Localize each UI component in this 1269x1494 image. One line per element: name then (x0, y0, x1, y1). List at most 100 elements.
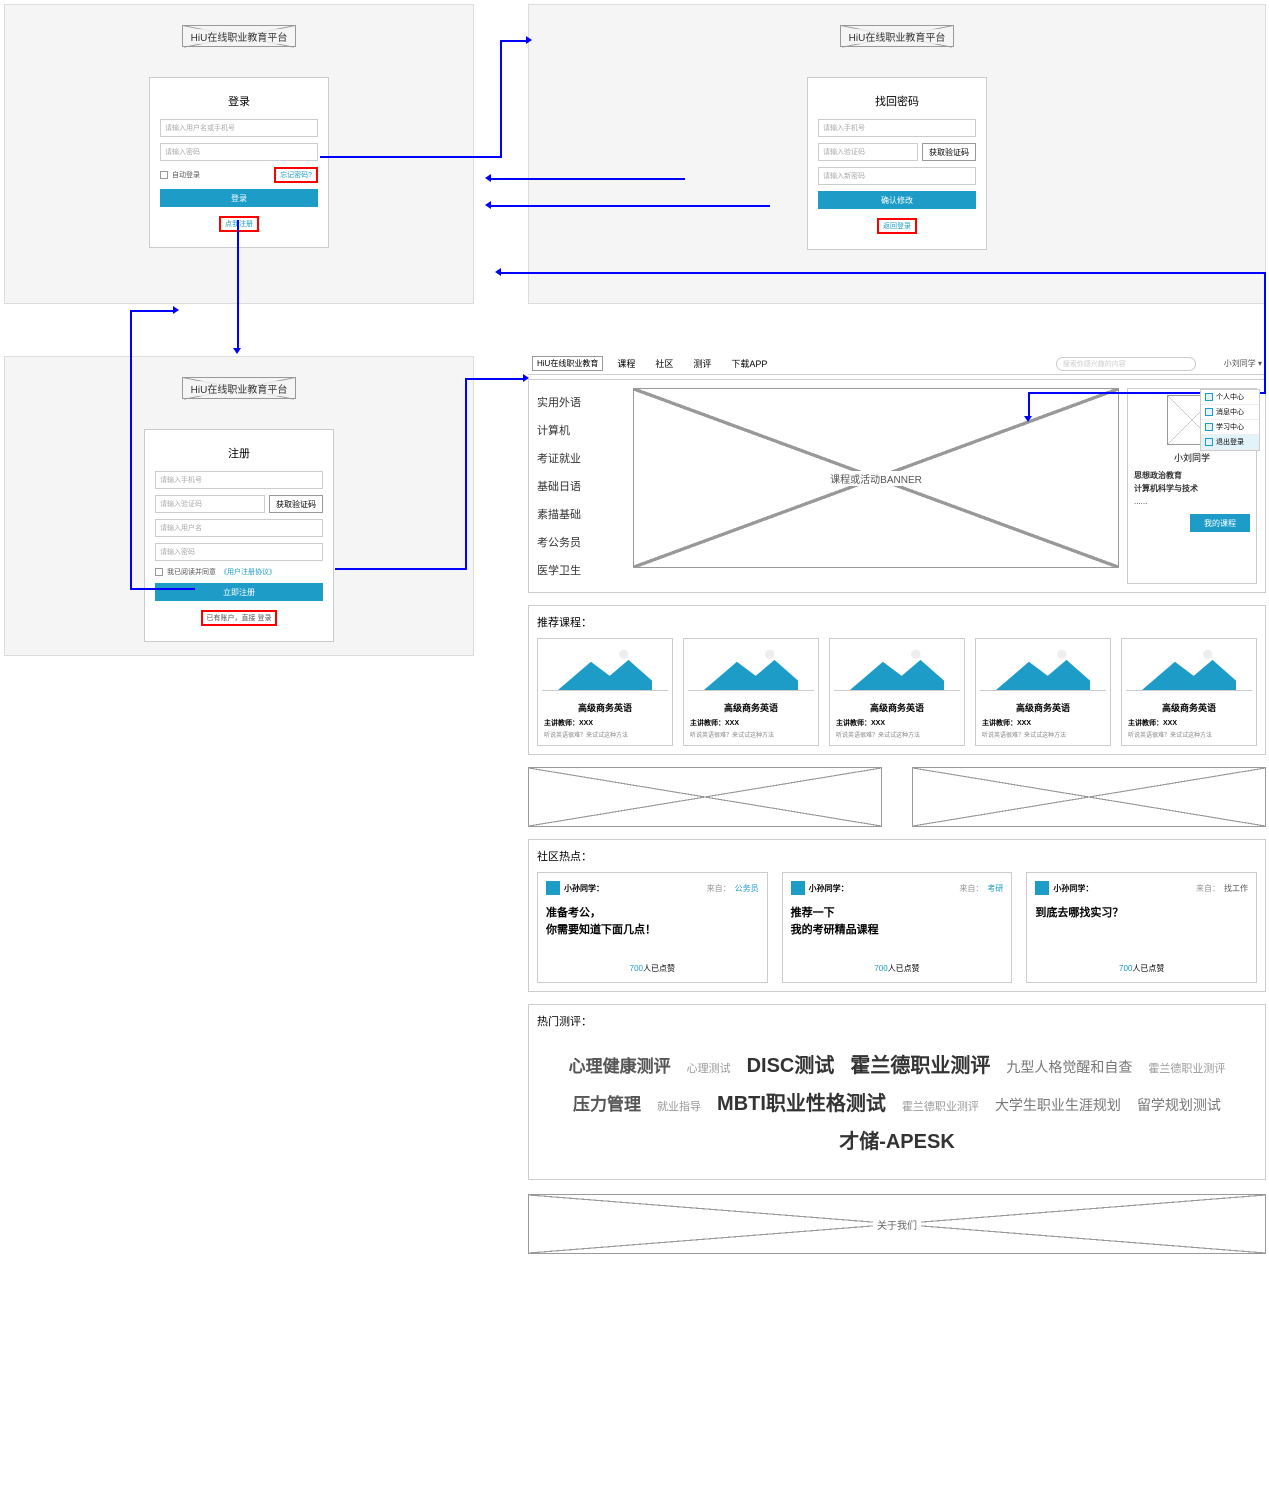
post-likes: 700人已点赞 (546, 963, 759, 974)
login-card: 登录 请输入用户名或手机号 请输入密码 自动登录 忘记密码? 登录 点我注册 (149, 77, 329, 248)
cloud-tag[interactable]: 大学生职业生涯规划 (995, 1094, 1121, 1118)
code-input[interactable]: 请输入验证码 (155, 495, 265, 513)
login-button[interactable]: 登录 (160, 189, 318, 207)
register-button[interactable]: 立即注册 (155, 583, 323, 601)
cloud-tag[interactable]: 才储-APESK (839, 1125, 955, 1159)
ad-1[interactable] (528, 767, 882, 827)
course-teacher: 主讲教师：XXX (544, 718, 666, 728)
post-card[interactable]: 小孙同学：来自：公务员准备考公，你需要知道下面几点！700人已点赞 (537, 872, 768, 983)
confirm-button[interactable]: 确认修改 (818, 191, 976, 209)
course-teacher: 主讲教师：XXX (690, 718, 812, 728)
footer: 关于我们 (528, 1194, 1266, 1254)
my-courses-button[interactable]: 我的课程 (1190, 514, 1250, 532)
cloud-tag[interactable]: 心理测试 (687, 1060, 731, 1079)
course-card[interactable]: 高级商务英语主讲教师：XXX听说英语很难？来试试这种方法 (1121, 638, 1257, 746)
back-login-link[interactable]: 返回登录 (877, 218, 917, 234)
auto-login-label: 自动登录 (172, 170, 200, 180)
dropdown-item[interactable]: 学习中心 (1201, 420, 1259, 435)
post-card[interactable]: 小孙同学：来自：考研推荐一下我的考研精品课程700人已点赞 (782, 872, 1013, 983)
cloud-tag[interactable]: 压力管理 (573, 1091, 641, 1120)
banner-placeholder[interactable]: 课程或活动BANNER (633, 388, 1119, 568)
phone-input[interactable]: 请输入手机号 (818, 119, 976, 137)
cloud-tag[interactable]: 就业指导 (657, 1098, 701, 1117)
dropdown-item[interactable]: 消息中心 (1201, 405, 1259, 420)
category-item[interactable]: 基础日语 (537, 478, 625, 494)
category-item[interactable]: 考公务员 (537, 534, 625, 550)
profile-name: 小刘同学 (1174, 451, 1210, 464)
course-name: 高级商务英语 (1128, 701, 1250, 714)
cloud-tag[interactable]: 九型人格觉醒和自查 (1006, 1056, 1132, 1080)
post-author: 小孙同学： (809, 883, 849, 894)
cloud-tag[interactable]: DISC测试 (747, 1049, 835, 1083)
course-name: 高级商务英语 (544, 701, 666, 714)
post-body: 到底去哪找实习？ (1035, 905, 1248, 949)
category-item[interactable]: 医学卫生 (537, 562, 625, 578)
auto-login-checkbox[interactable] (160, 171, 168, 179)
agree-link[interactable]: 《用户注册协议》 (220, 567, 276, 577)
thumb-icon (834, 643, 960, 691)
agree-label: 我已阅读并同意 (167, 567, 216, 577)
register-title: 注册 (155, 445, 323, 461)
category-item[interactable]: 考证就业 (537, 450, 625, 466)
post-tag: 公务员 (735, 883, 759, 894)
cloud-tag[interactable]: 心理健康测评 (569, 1053, 671, 1082)
course-name: 高级商务英语 (982, 701, 1104, 714)
pass-input[interactable]: 请输入密码 (155, 543, 323, 561)
profile-card: 个人中心消息中心学习中心退出登录 小刘同学 思想政治教育 计算机科学与技术 ..… (1127, 388, 1257, 584)
rec-title: 推荐课程： (537, 614, 1257, 630)
logo-placeholder: HiU在线职业教育平台 (840, 25, 954, 47)
dropdown-item[interactable]: 个人中心 (1201, 390, 1259, 405)
course-desc: 听说英语很难？来试试这种方法 (544, 730, 666, 739)
post-author: 小孙同学： (564, 883, 604, 894)
code-input[interactable]: 请输入验证码 (818, 143, 918, 161)
cloud-tag[interactable]: MBTI职业性格测试 (717, 1087, 886, 1121)
course-name: 高级商务英语 (836, 701, 958, 714)
dropdown-item[interactable]: 退出登录 (1201, 435, 1259, 450)
search-input[interactable]: 搜索你感兴趣的内容 (1056, 357, 1196, 371)
password-input[interactable]: 请输入密码 (160, 143, 318, 161)
nav-item[interactable]: 测评 (687, 357, 717, 370)
user-menu[interactable]: 小刘同学 ▾ (1224, 358, 1262, 369)
get-code-button[interactable]: 获取验证码 (269, 495, 323, 513)
course-card[interactable]: 高级商务英语主讲教师：XXX听说英语很难？来试试这种方法 (829, 638, 965, 746)
thumb-icon (1126, 643, 1252, 691)
register-link[interactable]: 点我注册 (219, 216, 259, 232)
phone-input[interactable]: 请输入手机号 (155, 471, 323, 489)
agree-checkbox[interactable] (155, 568, 163, 576)
register-card: 注册 请输入手机号 请输入验证码 获取验证码 请输入用户名 请输入密码 我已阅读… (144, 429, 334, 642)
login-title: 登录 (160, 93, 318, 109)
cloud-tag[interactable]: 霍兰德职业测评 (902, 1098, 979, 1117)
nav-logo[interactable]: HiU在线职业教育 (532, 356, 603, 371)
nav-item[interactable]: 课程 (611, 357, 641, 370)
recover-screen: HiU在线职业教育平台 找回密码 请输入手机号 请输入验证码 获取验证码 请输入… (528, 4, 1266, 304)
nav-item[interactable]: 下载APP (725, 357, 773, 370)
hot-title: 社区热点： (537, 848, 1257, 864)
course-card[interactable]: 高级商务英语主讲教师：XXX 听说英语很难？来试试这种方法 (683, 638, 819, 746)
thumb-icon (688, 643, 814, 691)
category-item[interactable]: 计算机 (537, 422, 625, 438)
tests-section: 热门测评： 心理健康测评心理测试DISC测试霍兰德职业测评九型人格觉醒和自查霍兰… (528, 1004, 1266, 1180)
nav-item[interactable]: 社区 (649, 357, 679, 370)
forgot-link[interactable]: 忘记密码? (274, 167, 318, 183)
course-name: 高级商务英语 (690, 701, 812, 714)
has-account-link[interactable]: 已有账户，直接 登录 (201, 610, 278, 626)
cloud-tag[interactable]: 霍兰德职业测评 (1148, 1060, 1225, 1079)
post-card[interactable]: 小孙同学：来自：找工作到底去哪找实习？700人已点赞 (1026, 872, 1257, 983)
profile-major-1: 思想政治教育 (1134, 470, 1250, 483)
new-pass-input[interactable]: 请输入新密码 (818, 167, 976, 185)
course-card[interactable]: 高级商务英语主讲教师：XXX听说英语很难？来试试这种方法 (975, 638, 1111, 746)
cloud-tag[interactable]: 留学规划测试 (1137, 1094, 1221, 1118)
community-section: 社区热点： 小孙同学：来自：公务员准备考公，你需要知道下面几点！700人已点赞小… (528, 839, 1266, 992)
get-code-button[interactable]: 获取验证码 (922, 143, 976, 161)
main-app: HiU在线职业教育 课程社区测评下载APP 搜索你感兴趣的内容 小刘同学 ▾ 实… (528, 353, 1266, 1254)
ad-2[interactable] (912, 767, 1266, 827)
category-item[interactable]: 素描基础 (537, 506, 625, 522)
category-item[interactable]: 实用外语 (537, 394, 625, 410)
course-desc: 听说英语很难？来试试这种方法 (690, 730, 812, 739)
username-input[interactable]: 请输入用户名或手机号 (160, 119, 318, 137)
cloud-tag[interactable]: 霍兰德职业测评 (850, 1049, 990, 1083)
avatar-icon (791, 881, 805, 895)
user-input[interactable]: 请输入用户名 (155, 519, 323, 537)
tag-cloud: 心理健康测评心理测试DISC测试霍兰德职业测评九型人格觉醒和自查霍兰德职业测评压… (537, 1037, 1257, 1171)
course-card[interactable]: 高级商务英语主讲教师：XXX 听说英语很难？来试试这种方法 (537, 638, 673, 746)
